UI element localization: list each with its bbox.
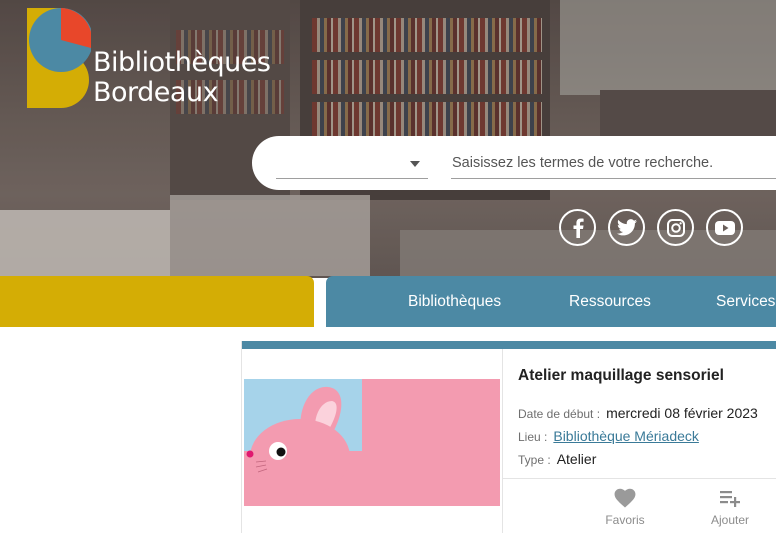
playlist-add-icon [720, 491, 740, 507]
facebook-icon[interactable] [559, 209, 596, 246]
heart-icon [614, 488, 636, 508]
instagram-icon[interactable] [657, 209, 694, 246]
search-bar: Saisissez les termes de votre recherche. [252, 136, 776, 190]
nav-item-bibliotheques[interactable]: Bibliothèques [408, 276, 501, 327]
youtube-icon[interactable] [706, 209, 743, 246]
favorite-button[interactable]: Favoris [595, 488, 655, 527]
chevron-down-icon [410, 161, 420, 167]
main-nav: Bibliothèques Ressources Services [326, 276, 776, 327]
event-place-label: Lieu : [518, 430, 548, 444]
nav-item-ressources[interactable]: Ressources [569, 276, 651, 327]
event-place-link[interactable]: Bibliothèque Mériadeck [553, 428, 699, 444]
event-start-label: Date de début : [518, 407, 601, 421]
event-title[interactable]: Atelier maquillage sensoriel [518, 367, 724, 385]
yellow-banner [0, 276, 314, 327]
logo[interactable]: Bibliothèques Bordeaux [25, 8, 275, 108]
logo-line1: Bibliothèques [93, 47, 271, 78]
event-image[interactable] [244, 379, 500, 506]
actions-divider [503, 478, 776, 479]
page: Bibliothèques Bordeaux Saisissez les ter… [0, 0, 776, 533]
search-input[interactable]: Saisissez les termes de votre recherche. [451, 148, 776, 179]
event-type-label: Type : [518, 453, 551, 467]
add-to-list-button[interactable]: Ajouter [700, 488, 760, 527]
add-label: Ajouter [710, 513, 750, 527]
logo-text: Bibliothèques Bordeaux [93, 47, 271, 108]
search-scope-select[interactable] [276, 148, 428, 179]
event-type-value: Atelier [556, 451, 597, 467]
event-place-row: Lieu : Bibliothèque Mériadeck [518, 428, 699, 444]
event-type-row: Type : Atelier [518, 451, 596, 467]
event-start-value: mercredi 08 février 2023 [606, 405, 758, 421]
card-divider [502, 349, 503, 533]
twitter-icon[interactable] [608, 209, 645, 246]
favorite-label: Favoris [605, 513, 645, 527]
logo-mark-icon [27, 8, 91, 108]
logo-line2: Bordeaux [93, 77, 219, 108]
nav-item-services[interactable]: Services [716, 276, 775, 327]
card-top-bar [242, 341, 776, 349]
event-start-row: Date de début : mercredi 08 février 2023 [518, 405, 758, 421]
event-card[interactable]: Atelier maquillage sensoriel Date de déb… [241, 341, 776, 533]
